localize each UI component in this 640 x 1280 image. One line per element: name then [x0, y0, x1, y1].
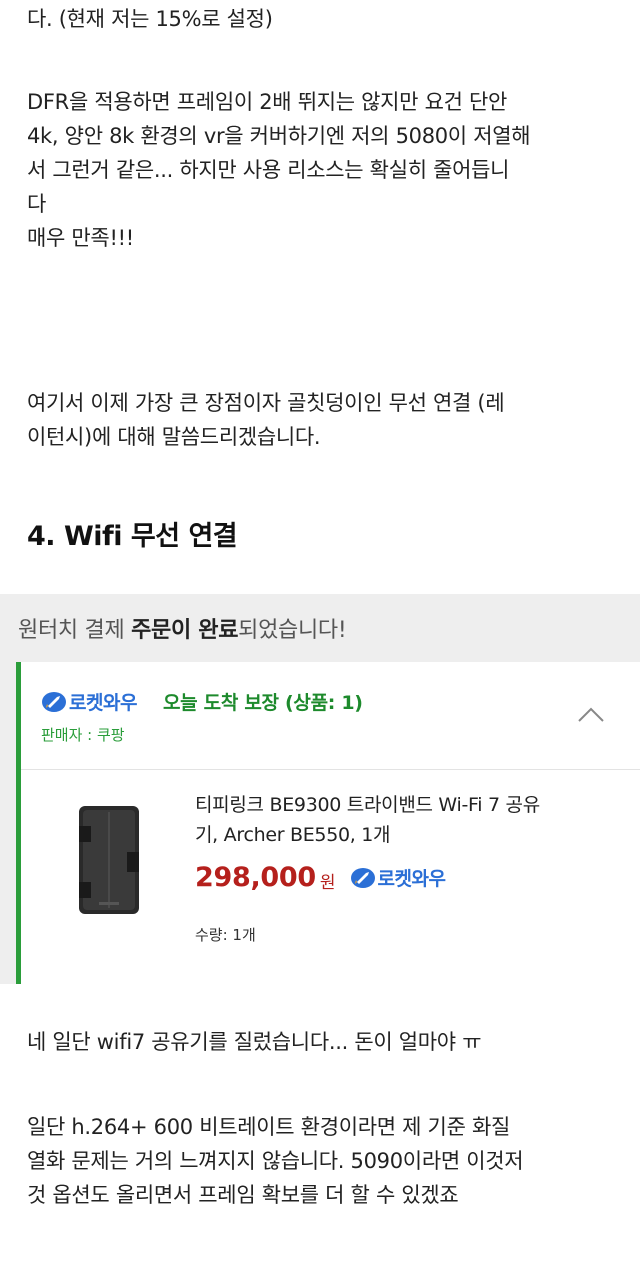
article-paragraph-2: DFR을 적용하면 프레임이 2배 뛰지는 않지만 요건 단안 4k, 양안 8… — [27, 90, 531, 250]
product-price: 298,000 — [195, 862, 316, 893]
seller-label: 판매자 : 쿠팡 — [41, 726, 125, 744]
order-title-suffix: 되었습니다! — [238, 618, 347, 643]
article-paragraph-5: 일단 h.264+ 600 비트레이트 환경이라면 제 기준 화질 열화 문제는… — [27, 1115, 524, 1207]
order-complete-title: 원터치 결제 주문이 완료되었습니다! — [18, 612, 347, 644]
article-paragraph-4: 네 일단 wifi7 공유기를 질렀습니다... 돈이 얼마야 ㅠ — [27, 1030, 482, 1054]
price-row: 298,000 원 로켓와우 — [195, 862, 446, 893]
section-heading: 4. Wifi 무선 연결 — [27, 521, 238, 552]
order-card: 로켓와우 오늘 도착 보장 (상품: 1) 판매자 : 쿠팡 티피링크 BE93… — [16, 662, 640, 984]
rocket-wow-label: 로켓와우 — [377, 868, 446, 890]
rocket-wow-badge-price: 로켓와우 — [350, 864, 446, 891]
product-name[interactable]: 티피링크 BE9300 트라이밴드 Wi-Fi 7 공유 기, Archer B… — [195, 790, 615, 850]
article-paragraph-3: 여기서 이제 가장 큰 장점이자 골칫덩이인 무선 연결 (레 이턴시)에 대해… — [27, 391, 505, 449]
rocket-icon — [42, 691, 66, 712]
rocket-wow-label: 로켓와우 — [69, 692, 137, 714]
order-title-prefix: 원터치 결제 — [18, 618, 132, 643]
article-paragraph-1: 다. (현재 저는 15%로 설정) — [27, 7, 273, 31]
order-screenshot: 원터치 결제 주문이 완료되었습니다! 로켓와우 오늘 도착 보장 (상품: 1… — [0, 594, 640, 984]
delivery-guarantee: 오늘 도착 보장 (상품: 1) — [163, 692, 363, 714]
rocket-wow-badge: 로켓와우 — [41, 688, 137, 715]
chevron-up-icon[interactable] — [578, 706, 604, 722]
order-title-bold: 주문이 완료 — [131, 618, 239, 643]
router-product-image[interactable] — [73, 802, 145, 918]
delivery-header[interactable]: 로켓와우 오늘 도착 보장 (상품: 1) 판매자 : 쿠팡 — [21, 662, 640, 770]
currency-label: 원 — [319, 873, 336, 893]
rocket-icon — [350, 867, 375, 888]
quantity-label: 수량: 1개 — [195, 926, 256, 944]
